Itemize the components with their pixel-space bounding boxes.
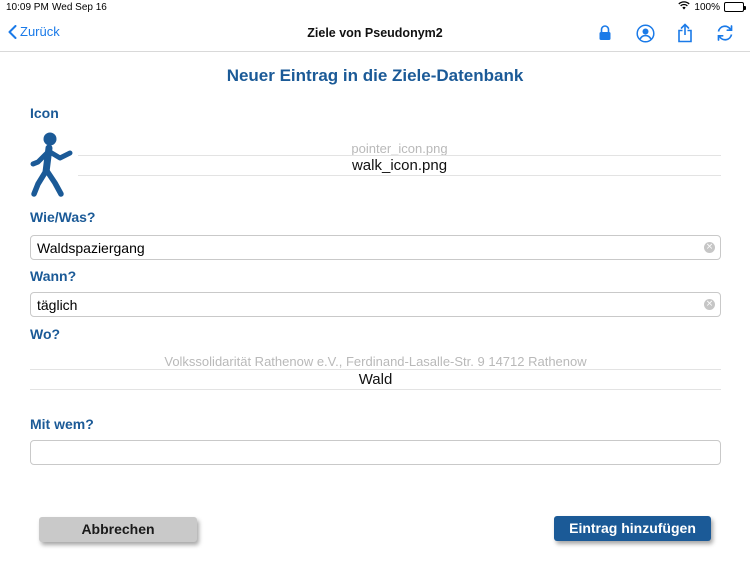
refresh-icon[interactable] — [714, 22, 736, 44]
page-title: Neuer Eintrag in die Ziele-Datenbank — [226, 66, 524, 85]
share-icon[interactable] — [674, 22, 696, 44]
when-field[interactable]: täglich × — [30, 292, 721, 317]
what-value: Waldspaziergang — [37, 240, 145, 256]
picker-selected-option[interactable]: walk_icon.png — [78, 157, 721, 174]
with-whom-label: Mit wem? — [30, 416, 94, 432]
when-value: täglich — [37, 297, 78, 313]
clear-icon[interactable]: × — [704, 299, 715, 310]
where-label: Wo? — [30, 326, 61, 342]
picker-selected-option[interactable]: Wald — [30, 371, 721, 388]
when-label: Wann? — [30, 268, 77, 284]
what-label: Wie/Was? — [30, 209, 96, 225]
clear-icon[interactable]: × — [704, 242, 715, 253]
user-circle-icon[interactable] — [634, 22, 656, 44]
icon-label: Icon — [30, 105, 59, 121]
battery-icon — [724, 2, 746, 12]
status-bar: 10:09 PM Wed Sep 16 100% — [0, 0, 750, 16]
status-time: 10:09 PM — [6, 2, 49, 13]
cancel-button[interactable]: Abbrechen — [39, 517, 197, 542]
nav-bar: Zurück Ziele von Pseudonym2 — [0, 16, 750, 52]
status-date: Wed Sep 16 — [52, 2, 107, 13]
nav-actions — [594, 22, 736, 44]
where-picker[interactable]: Volkssolidarität Rathenow e.V., Ferdinan… — [30, 349, 721, 393]
what-field[interactable]: Waldspaziergang × — [30, 235, 721, 260]
picker-option[interactable]: Volkssolidarität Rathenow e.V., Ferdinan… — [30, 354, 721, 369]
status-right: 100% — [678, 1, 746, 13]
lock-icon[interactable] — [594, 22, 616, 44]
picker-option[interactable]: pointer_icon.png — [78, 141, 721, 156]
add-entry-button[interactable]: Eintrag hinzufügen — [554, 516, 711, 541]
walk-figure-icon — [28, 130, 76, 200]
with-whom-field[interactable] — [30, 440, 721, 465]
battery-percent: 100% — [694, 1, 720, 13]
icon-picker[interactable]: pointer_icon.png walk_icon.png — [78, 136, 721, 180]
wifi-icon — [678, 1, 691, 13]
